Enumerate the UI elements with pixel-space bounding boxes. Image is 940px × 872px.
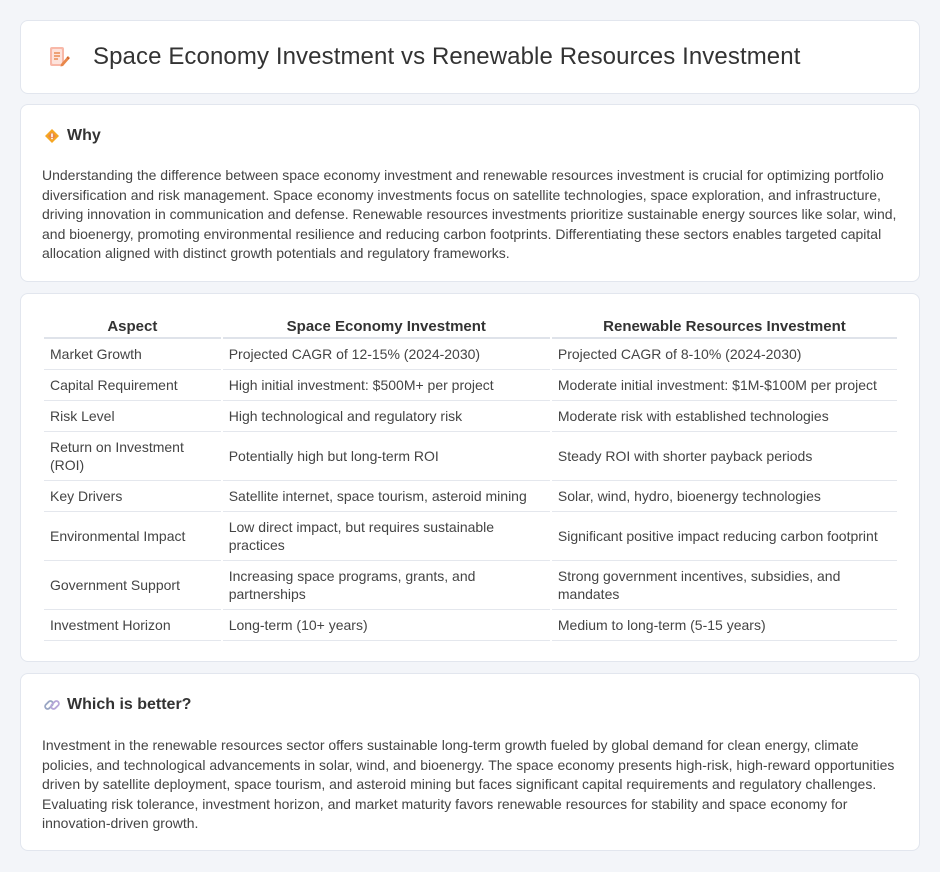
cell-space: Satellite internet, space tourism, aster… <box>222 481 550 512</box>
cell-aspect: Risk Level <box>44 401 221 432</box>
table-row: Risk Level High technological and regula… <box>44 401 897 432</box>
cell-space: High initial investment: $500M+ per proj… <box>222 370 550 401</box>
cell-space: Projected CAGR of 12-15% (2024-2030) <box>222 339 550 370</box>
cell-aspect: Return on Investment (ROI) <box>44 432 221 481</box>
cell-aspect: Key Drivers <box>44 481 221 512</box>
table-header-row: Aspect Space Economy Investment Renewabl… <box>44 317 897 339</box>
cell-renewable: Moderate risk with established technolog… <box>551 401 897 432</box>
cell-space: Low direct impact, but requires sustaina… <box>222 512 550 561</box>
cell-renewable: Solar, wind, hydro, bioenergy technologi… <box>551 481 897 512</box>
page-title: Space Economy Investment vs Renewable Re… <box>93 43 801 70</box>
comparison-table-card: Aspect Space Economy Investment Renewabl… <box>20 293 920 662</box>
cell-space: Long-term (10+ years) <box>222 610 550 641</box>
column-header-space: Space Economy Investment <box>222 317 550 339</box>
table-row: Key Drivers Satellite internet, space to… <box>44 481 897 512</box>
table-row: Government Support Increasing space prog… <box>44 561 897 610</box>
cell-renewable: Significant positive impact reducing car… <box>551 512 897 561</box>
cell-renewable: Medium to long-term (5-15 years) <box>551 610 897 641</box>
comparison-table: Aspect Space Economy Investment Renewabl… <box>42 317 899 641</box>
link-icon <box>43 696 61 714</box>
title-card: Space Economy Investment vs Renewable Re… <box>20 20 920 94</box>
table-row: Capital Requirement High initial investm… <box>44 370 897 401</box>
why-title: Why <box>67 127 101 144</box>
cell-renewable: Steady ROI with shorter payback periods <box>551 432 897 481</box>
diamond-warning-icon <box>43 127 61 145</box>
why-text: Understanding the difference between spa… <box>42 167 897 262</box>
cell-aspect: Capital Requirement <box>44 370 221 401</box>
which-better-title: Which is better? <box>67 696 192 713</box>
cell-space: High technological and regulatory risk <box>222 401 550 432</box>
cell-aspect: Market Growth <box>44 339 221 370</box>
which-better-section: Which is better? Investment in the renew… <box>20 673 920 851</box>
table-row: Market Growth Projected CAGR of 12-15% (… <box>44 339 897 370</box>
which-better-text: Investment in the renewable resources se… <box>42 737 895 832</box>
cell-aspect: Government Support <box>44 561 221 610</box>
cell-space: Potentially high but long-term ROI <box>222 432 550 481</box>
cell-renewable: Strong government incentives, subsidies,… <box>551 561 897 610</box>
cell-aspect: Investment Horizon <box>44 610 221 641</box>
table-row: Environmental Impact Low direct impact, … <box>44 512 897 561</box>
why-section: Why Understanding the difference between… <box>20 104 920 282</box>
cell-space: Increasing space programs, grants, and p… <box>222 561 550 610</box>
cell-renewable: Moderate initial investment: $1M-$100M p… <box>551 370 897 401</box>
column-header-renewable: Renewable Resources Investment <box>551 317 897 339</box>
column-header-aspect: Aspect <box>44 317 221 339</box>
document-edit-icon <box>47 45 71 69</box>
table-row: Investment Horizon Long-term (10+ years)… <box>44 610 897 641</box>
cell-aspect: Environmental Impact <box>44 512 221 561</box>
cell-renewable: Projected CAGR of 8-10% (2024-2030) <box>551 339 897 370</box>
table-row: Return on Investment (ROI) Potentially h… <box>44 432 897 481</box>
